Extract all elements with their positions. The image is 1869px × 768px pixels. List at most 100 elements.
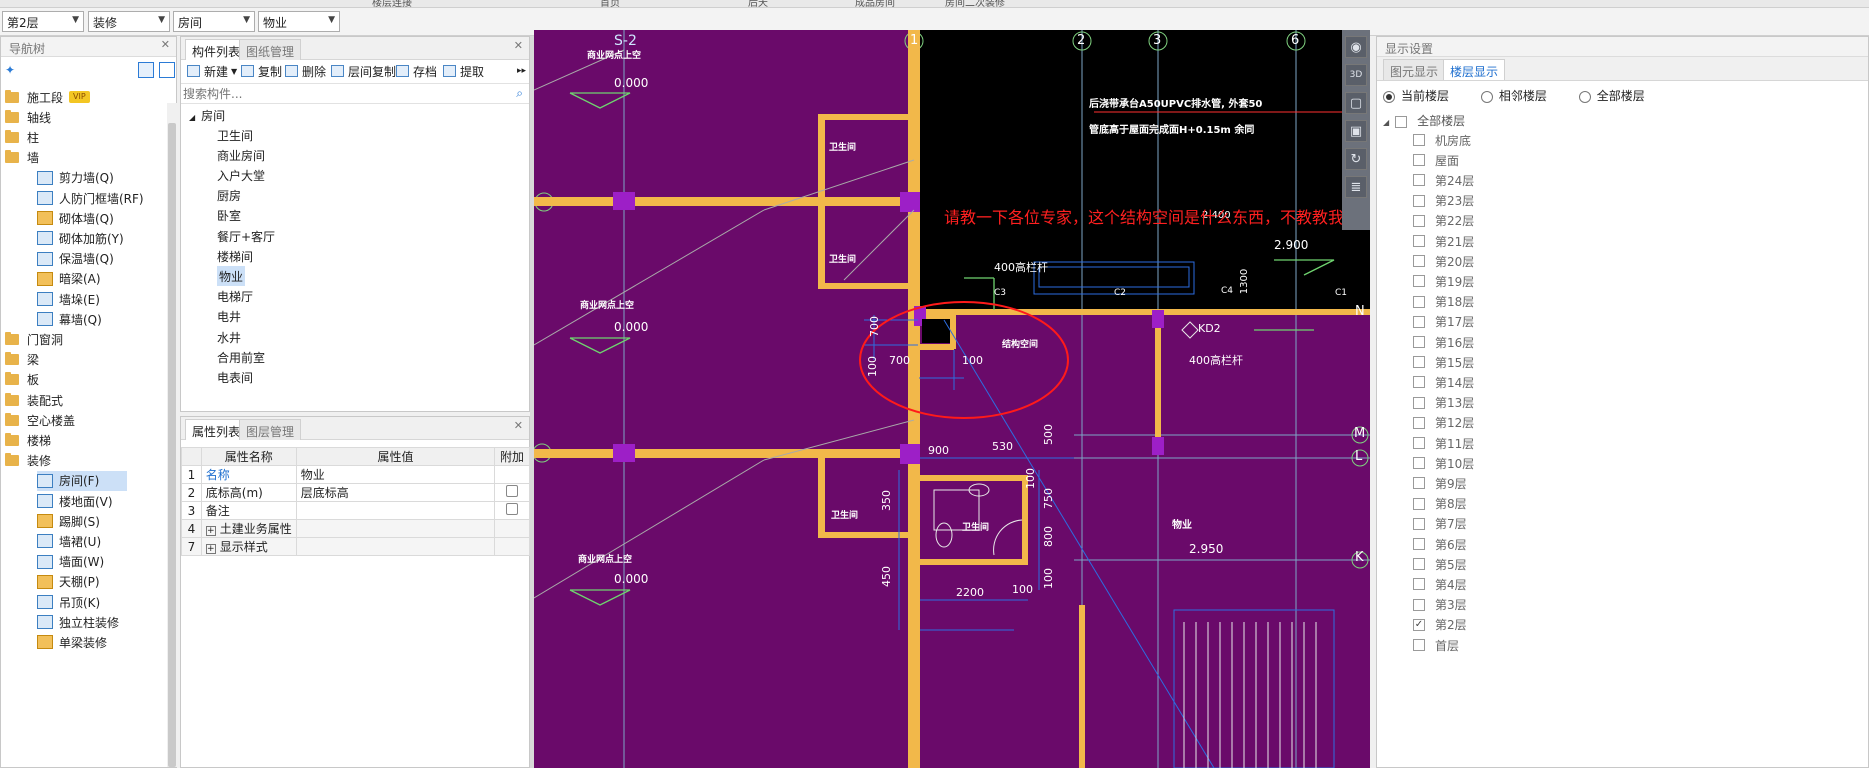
floor-checkbox[interactable] [1413,315,1425,328]
floor-checkbox[interactable]: ✓ [1413,618,1425,631]
tab-floor-display[interactable]: 楼层显示 [1443,59,1506,80]
floor-item[interactable]: 机房底 [1413,130,1471,150]
nav-item[interactable]: 砌体加筋(Y) [37,228,124,248]
type-select[interactable]: 房间 ▼ [173,11,255,32]
nav-item[interactable]: 吊顶(K) [37,592,100,612]
component-item[interactable]: 物业 [217,266,246,287]
floor-item[interactable]: 第18层 [1413,292,1474,312]
floor-item[interactable]: 首层 [1413,635,1459,655]
floor-item[interactable]: 第6层 [1413,534,1467,554]
box-solid-icon[interactable]: ▣ [1345,120,1367,142]
sparkle-icon[interactable]: ✦ [5,63,15,77]
floor-item[interactable]: 第12层 [1413,413,1474,433]
search-input[interactable] [183,85,513,102]
collapse-icon[interactable]: ◢ [189,113,195,122]
floor-checkbox[interactable] [1413,639,1425,651]
nav-item[interactable]: 保温墙(Q) [37,249,114,269]
nav-item[interactable]: 天棚(P) [37,572,100,592]
floor-checkbox[interactable] [1413,174,1425,187]
floor-item[interactable]: 第3层 [1413,595,1467,615]
nav-item[interactable]: 砌体墙(Q) [37,208,114,228]
list-view-icon[interactable] [138,62,154,78]
nav-item[interactable]: 装配式 [5,390,63,410]
nav-item[interactable]: 人防门框墙(RF) [37,188,144,208]
expand-icon[interactable]: + [205,544,216,554]
radio-adjacent-floor[interactable]: 相邻楼层 [1480,89,1547,103]
floor-item[interactable]: 第14层 [1413,372,1474,392]
table-row[interactable]: 7 + 显示样式 [181,537,530,556]
component-item[interactable]: 合用前室 [217,347,265,367]
nav-item[interactable]: 单梁装修 [37,632,107,652]
tab-drawing-management[interactable]: 图纸管理 [239,39,302,60]
close-icon[interactable]: ✕ [514,419,523,432]
nav-item[interactable]: 踢脚(S) [37,511,100,531]
floor-checkbox[interactable] [1413,477,1425,490]
component-tree-root[interactable]: ◢ 房间 [189,107,225,124]
floor-item[interactable]: 第13层 [1413,393,1474,413]
floor-checkbox[interactable] [1413,517,1425,530]
component-item[interactable]: 楼梯间 [217,246,253,266]
property-value[interactable]: 层底标高 [295,483,496,502]
component-select[interactable]: 物业 ▼ [258,11,340,32]
nav-item[interactable]: 轴线 [5,107,51,127]
floor-item[interactable]: 第7层 [1413,514,1467,534]
floor-checkbox[interactable] [1413,497,1425,510]
floor-item[interactable]: 第24层 [1413,170,1474,190]
table-row[interactable]: 1 名称 物业 [181,465,530,484]
nav-scrollbar[interactable] [167,103,177,767]
expand-icon[interactable]: + [205,526,216,536]
close-icon[interactable]: ✕ [514,39,523,52]
tab-component-list[interactable]: 构件列表 [185,39,248,60]
floor-checkbox[interactable] [1413,214,1425,227]
nav-item[interactable]: 幕墙(Q) [37,309,102,329]
floor-item[interactable]: 第21层 [1413,231,1474,251]
table-row[interactable]: 2 底标高(m) 层底标高 [181,483,530,502]
nav-item[interactable]: 板 [5,370,39,390]
close-icon[interactable]: ✕ [161,38,170,51]
floor-checkbox[interactable] [1413,295,1425,308]
nav-item[interactable]: 施工段 VIP [5,87,90,107]
floor-item[interactable]: ✓ 第2层 [1413,615,1467,635]
floor-tree-root[interactable]: ◢ 全部楼层 [1383,112,1465,129]
nav-item[interactable]: 柱 [5,127,39,147]
floor-checkbox[interactable] [1413,376,1425,389]
nav-item[interactable]: 独立柱装修 [37,612,119,632]
tile-view-icon[interactable] [159,62,175,78]
property-value[interactable]: 物业 [295,465,496,484]
nav-item[interactable]: 梁 [5,350,39,370]
floor-item[interactable]: 第17层 [1413,312,1474,332]
component-item[interactable]: 电梯厅 [217,287,253,307]
floor-item[interactable]: 第20层 [1413,251,1474,271]
table-row[interactable]: 3 备注 [181,501,530,520]
floor-checkbox[interactable] [1413,558,1425,571]
component-item[interactable]: 商业房间 [217,145,265,165]
delete-button[interactable]: 删除 [285,60,326,82]
nav-item[interactable]: 房间(F) [37,470,127,491]
layer-stack-icon[interactable]: ≣ [1345,176,1367,198]
new-button[interactable]: 新建 ▼ [187,60,237,82]
nav-item[interactable]: 墙垛(E) [37,289,100,309]
floor-item[interactable]: 第23层 [1413,191,1474,211]
component-item[interactable]: 入户大堂 [217,165,265,185]
floor-item[interactable]: 第15层 [1413,352,1474,372]
3d-view-icon[interactable]: 3D [1345,64,1367,86]
floor-checkbox[interactable] [1413,598,1425,611]
floor-item[interactable]: 第22层 [1413,211,1474,231]
floor-checkbox[interactable] [1413,457,1425,470]
floor-copy-button[interactable]: 层间复制 [331,60,396,82]
nav-item[interactable]: 剪力墙(Q) [37,168,114,188]
floor-select[interactable]: 第2层 ▼ [2,11,84,32]
nav-item[interactable]: 空心楼盖 [5,410,75,430]
floor-checkbox[interactable] [1413,578,1425,591]
floor-checkbox[interactable] [1413,154,1425,167]
nav-item[interactable]: 墙裙(U) [37,531,101,551]
additional-checkbox[interactable] [506,485,519,497]
floor-item[interactable]: 第19层 [1413,271,1474,291]
tab-layer-management[interactable]: 图层管理 [239,419,302,440]
floor-item[interactable]: 屋面 [1413,150,1459,170]
component-item[interactable]: 电表间 [217,367,253,387]
floor-checkbox[interactable] [1413,437,1425,449]
navigate-cube-icon[interactable]: ◉ [1345,36,1367,58]
more-icon[interactable]: ▸▸ [517,60,526,82]
floor-checkbox[interactable] [1413,538,1425,550]
